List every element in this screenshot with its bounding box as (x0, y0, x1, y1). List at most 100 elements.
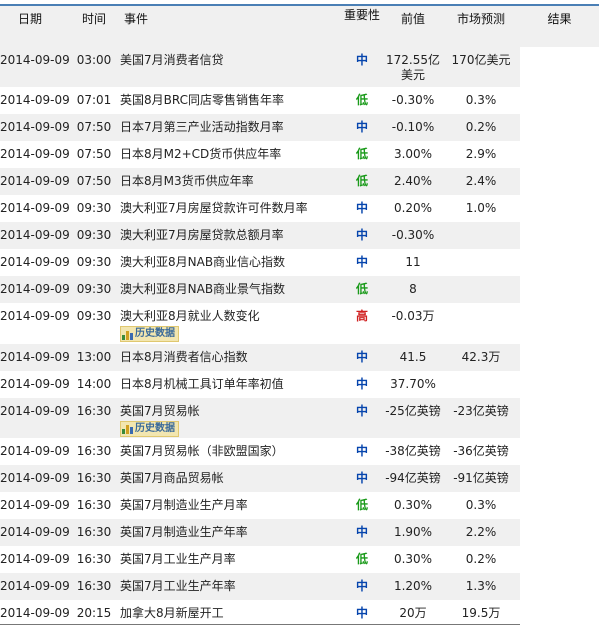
importance-cell-text: 中 (355, 228, 368, 242)
table-row: 2014-09-09 16:30 英国7月贸易帐 历史数据 中 -25亿英镑 -23亿英镑 (0, 397, 599, 438)
forecast-cell-text: -23亿英镑 (453, 403, 509, 418)
time-cell: 16:30 (70, 397, 118, 438)
date-cell-text: 2014-09-09 (0, 403, 70, 418)
date-cell: 2014-09-09 (0, 438, 70, 465)
event-cell-text: 英国7月商品贸易帐 (120, 471, 224, 485)
event-cell: 澳大利亚8月NAB商业景气指数 (118, 276, 340, 303)
event-cell: 澳大利亚8月就业人数变化 历史数据 (118, 303, 340, 344)
date-cell-text: 2014-09-09 (0, 201, 70, 215)
importance-cell: 中 (340, 600, 384, 627)
forecast-cell-text: 0.2% (465, 120, 497, 134)
forecast-cell: 0.3% (442, 87, 520, 114)
table-row: 2014-09-09 09:30 澳大利亚7月房屋贷款总额月率 中 -0.30% (0, 222, 599, 249)
previous-cell: 0.30% (384, 492, 442, 519)
event-cell-text: 澳大利亚8月NAB商业信心指数 (120, 255, 286, 269)
result-cell (520, 438, 599, 465)
date-cell-text: 2014-09-09 (0, 53, 70, 67)
previous-cell-text: 172.55亿美元 (386, 53, 440, 82)
time-cell: 16:30 (70, 465, 118, 492)
previous-cell-text: -0.30% (391, 93, 435, 107)
forecast-cell: 2.2% (442, 519, 520, 546)
previous-cell: 0.20% (384, 195, 442, 222)
date-cell-text: 2014-09-09 (0, 606, 70, 620)
previous-cell-text: 37.70% (390, 376, 436, 391)
economic-calendar-table: 日期 时间 事件 重要性 前值 市场预测 结果 2014-09-09 03:00 美… (0, 6, 599, 627)
table-row: 2014-09-09 03:00 美国7月消费者信贷 中 172.55亿美元 170亿美元 (0, 47, 599, 87)
event-cell-text: 英国7月制造业生产年率 (120, 525, 248, 539)
table-row: 2014-09-09 09:30 澳大利亚8月NAB商业景气指数 低 8 (0, 276, 599, 303)
previous-cell-text: -0.03万 (391, 309, 435, 323)
date-cell-text: 2014-09-09 (0, 376, 70, 391)
time-cell-text: 07:01 (76, 93, 112, 107)
previous-cell-text: -25亿英镑 (385, 403, 441, 418)
event-cell-text: 英国7月贸易帐 (120, 403, 200, 418)
importance-cell-text: 低 (355, 552, 368, 566)
result-cell (520, 546, 599, 573)
importance-cell: 中 (340, 465, 384, 492)
forecast-cell-text: -36亿英镑 (453, 444, 509, 458)
forecast-cell: 2.4% (442, 168, 520, 195)
header-result: 结果 (520, 6, 599, 47)
event-cell: 英国7月制造业生产年率 (118, 519, 340, 546)
event-cell: 日本8月机械工具订单年率初值 (118, 371, 340, 398)
previous-cell: 3.00% (384, 141, 442, 168)
date-cell: 2014-09-09 (0, 519, 70, 546)
table-row: 2014-09-09 07:50 日本8月M3货币供应年率 低 2.40% 2.4% (0, 168, 599, 195)
date-cell: 2014-09-09 (0, 303, 70, 344)
forecast-cell-text: -91亿英镑 (453, 471, 509, 485)
table-row: 2014-09-09 16:30 英国7月制造业生产年率 中 1.90% 2.2% (0, 519, 599, 546)
importance-cell: 中 (340, 438, 384, 465)
date-cell: 2014-09-09 (0, 371, 70, 398)
previous-cell: 1.20% (384, 573, 442, 600)
forecast-cell-text: 2.4% (465, 174, 497, 188)
forecast-cell-text: 19.5万 (461, 606, 501, 620)
importance-cell-text: 中 (355, 471, 368, 485)
previous-cell-text: 0.20% (393, 201, 433, 215)
forecast-cell-text: 0.3% (465, 93, 497, 107)
history-data-button[interactable]: 历史数据 (120, 326, 179, 342)
importance-cell: 低 (340, 492, 384, 519)
previous-cell: -38亿英镑 (384, 438, 442, 465)
importance-cell: 中 (340, 519, 384, 546)
importance-cell-text: 中 (355, 255, 368, 269)
result-cell (520, 141, 599, 168)
history-data-label: 历史数据 (135, 328, 175, 339)
time-cell: 09:30 (70, 303, 118, 344)
event-cell: 日本8月M2+CD货币供应年率 (118, 141, 340, 168)
forecast-cell: 0.2% (442, 114, 520, 141)
importance-cell-text: 低 (355, 282, 368, 296)
table-row: 2014-09-09 14:00 日本8月机械工具订单年率初值 中 37.70% (0, 370, 599, 398)
importance-cell-text: 中 (355, 376, 368, 391)
header-event: 事件 (118, 6, 340, 47)
date-cell-text: 2014-09-09 (0, 147, 70, 161)
date-cell-text: 2014-09-09 (0, 282, 70, 296)
importance-cell-text: 中 (355, 403, 368, 418)
forecast-cell-text: 1.3% (465, 579, 497, 593)
previous-cell-text: 1.20% (393, 579, 433, 593)
forecast-cell-text: 1.0% (465, 201, 497, 215)
importance-cell-text: 中 (355, 606, 368, 620)
event-cell-text: 日本8月M2+CD货币供应年率 (120, 147, 282, 161)
history-data-button[interactable]: 历史数据 (120, 420, 179, 437)
result-cell (520, 492, 599, 519)
previous-cell-text: -38亿英镑 (385, 444, 441, 458)
forecast-cell: -91亿英镑 (442, 465, 520, 492)
result-cell (520, 397, 599, 438)
previous-cell: 2.40% (384, 168, 442, 195)
table-row: 2014-09-09 07:01 英国8月BRC同店零售销售年率 低 -0.30% 0.3… (0, 87, 599, 114)
importance-cell-text: 中 (355, 444, 368, 458)
date-cell-text: 2014-09-09 (0, 498, 70, 512)
previous-cell: -0.03万 (384, 303, 442, 344)
time-cell-text: 09:30 (76, 201, 112, 215)
result-cell (520, 87, 599, 114)
time-cell-text: 13:00 (76, 349, 112, 364)
event-cell: 英国7月商品贸易帐 (118, 465, 340, 492)
date-cell-text: 2014-09-09 (0, 309, 70, 323)
table-row: 2014-09-09 07:50 日本8月M2+CD货币供应年率 低 3.00% 2.9% (0, 141, 599, 168)
previous-cell: 11 (384, 249, 442, 276)
table-row: 2014-09-09 07:50 日本7月第三产业活动指数月率 中 -0.10% 0.2% (0, 114, 599, 141)
previous-cell-text: 8 (409, 282, 417, 296)
bar-chart-icon (122, 330, 133, 340)
date-cell: 2014-09-09 (0, 600, 70, 627)
importance-cell-text: 低 (355, 147, 368, 161)
